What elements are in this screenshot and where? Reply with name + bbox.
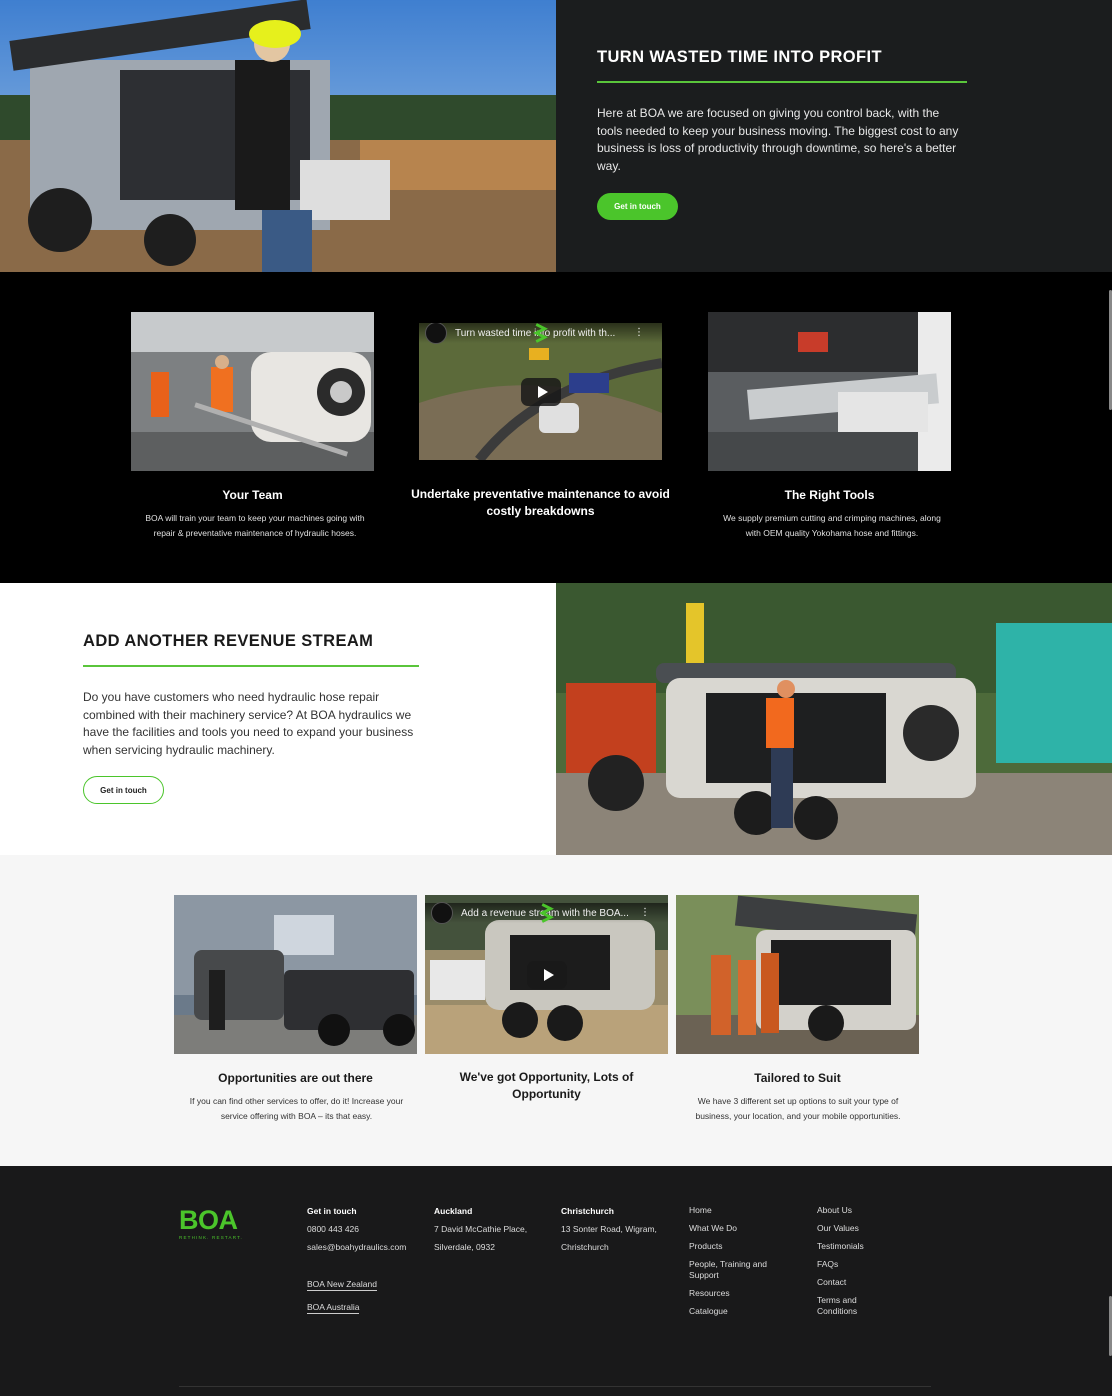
revenue-title: ADD ANOTHER REVENUE STREAM	[83, 632, 374, 650]
footer-link-people-training[interactable]: People, Training and Support	[689, 1259, 789, 1281]
auckland-address-line: Silverdale, 0932	[434, 1242, 495, 1252]
video-title-bar: Turn wasted time into profit with th...	[419, 323, 662, 344]
tailored-photo	[676, 895, 919, 1054]
hero-text: TURN WASTED TIME INTO PROFIT Here at BOA…	[597, 48, 967, 175]
card-title-tailored: Tailored to Suit	[754, 1071, 841, 1085]
card-desc-opportunities: If you can find other services to offer,…	[189, 1096, 404, 1121]
footer-link-faqs[interactable]: FAQs	[817, 1259, 897, 1270]
more-options-icon[interactable]: ⋮	[634, 327, 644, 338]
revenue-section: ADD ANOTHER REVENUE STREAM Do you have c…	[0, 583, 1112, 855]
footer-link-our-values[interactable]: Our Values	[817, 1223, 897, 1234]
channel-logo-icon	[425, 323, 548, 344]
footer-heading-contact: Get in touch	[307, 1206, 357, 1216]
right-tools-photo	[708, 312, 951, 471]
footer-link-what-we-do[interactable]: What We Do	[689, 1223, 789, 1234]
card-title-opportunity: We've got Opportunity, Lots of Opportuni…	[459, 1070, 634, 1101]
footer-link-testimonials[interactable]: Testimonials	[817, 1241, 897, 1252]
footer-email[interactable]: sales@boahydraulics.com	[307, 1238, 406, 1256]
christchurch-address-line: 13 Sonter Road, Wigram,	[561, 1224, 657, 1234]
card-title-preventative: Undertake preventative maintenance to av…	[411, 487, 670, 518]
revenue-photo-trailer	[556, 583, 1112, 855]
play-button[interactable]	[527, 961, 567, 989]
footer-christchurch: Christchurch 13 Sonter Road, Wigram, Chr…	[561, 1205, 657, 1256]
card-title-opportunities: Opportunities are out there	[218, 1071, 373, 1085]
video-player-1[interactable]: Turn wasted time into profit with th... …	[419, 323, 662, 460]
channel-logo-icon	[431, 902, 554, 924]
more-options-icon[interactable]: ⋮	[640, 907, 650, 918]
title-divider	[83, 665, 419, 667]
card-desc-right-tools: We supply premium cutting and crimping m…	[723, 513, 941, 538]
revenue-body: Do you have customers who need hydraulic…	[83, 690, 414, 757]
get-in-touch-outline-button[interactable]: Get in touch	[83, 776, 164, 804]
play-icon	[543, 969, 554, 981]
link-boa-new-zealand[interactable]: BOA New Zealand	[307, 1278, 377, 1291]
footer-link-resources[interactable]: Resources	[689, 1288, 789, 1299]
footer-link-contact[interactable]: Contact	[817, 1277, 897, 1288]
video-title-bar: Add a revenue stream with the BOA...	[425, 902, 668, 924]
boa-logo[interactable]: BOA RETHINK. RESTART.	[179, 1206, 249, 1240]
footer-phone[interactable]: 0800 443 426	[307, 1220, 406, 1238]
footer-link-products[interactable]: Products	[689, 1241, 789, 1252]
footer-heading-auckland: Auckland	[434, 1206, 473, 1216]
features-dark-section: Your Team BOA will train your team to ke…	[0, 272, 1112, 583]
footer-link-about-us[interactable]: About Us	[817, 1205, 897, 1216]
hero-photo-ute-forest	[0, 0, 556, 272]
get-in-touch-button[interactable]: Get in touch	[597, 193, 678, 220]
card-desc-your-team: BOA will train your team to keep your ma…	[145, 513, 365, 538]
card-desc-tailored: We have 3 different set up options to su…	[695, 1096, 901, 1121]
play-button[interactable]	[521, 378, 561, 406]
features-light-section: Opportunities are out there If you can f…	[0, 855, 1112, 1166]
footer-nav-2: About Us Our Values Testimonials FAQs Co…	[817, 1205, 897, 1317]
revenue-text: ADD ANOTHER REVENUE STREAM Do you have c…	[83, 632, 419, 759]
footer-contact: Get in touch 0800 443 426 sales@boahydra…	[307, 1205, 406, 1315]
auckland-address-line: 7 David McCathie Place,	[434, 1224, 528, 1234]
opportunities-photo	[174, 895, 417, 1054]
hero-section: TURN WASTED TIME INTO PROFIT Here at BOA…	[0, 0, 1112, 272]
your-team-photo	[131, 312, 374, 471]
play-icon	[537, 386, 548, 398]
video-player-2[interactable]: Add a revenue stream with the BOA... ⋮	[425, 895, 668, 1054]
footer-link-home[interactable]: Home	[689, 1205, 789, 1216]
card-title-your-team: Your Team	[222, 488, 283, 502]
hero-title: TURN WASTED TIME INTO PROFIT	[597, 48, 882, 66]
title-divider	[597, 81, 967, 83]
link-boa-australia[interactable]: BOA Australia	[307, 1301, 360, 1314]
card-title-right-tools: The Right Tools	[784, 488, 875, 502]
footer-nav-1: Home What We Do Products People, Trainin…	[689, 1205, 789, 1317]
logo-tagline: RETHINK. RESTART.	[179, 1235, 243, 1240]
site-footer: BOA RETHINK. RESTART. Get in touch 0800 …	[0, 1166, 1112, 1396]
footer-auckland: Auckland 7 David McCathie Place, Silverd…	[434, 1205, 527, 1256]
hero-body: Here at BOA we are focused on giving you…	[597, 106, 959, 173]
footer-link-catalogue[interactable]: Catalogue	[689, 1306, 789, 1317]
footer-divider	[179, 1386, 931, 1387]
footer-link-terms[interactable]: Terms and Conditions	[817, 1295, 867, 1317]
christchurch-address-line: Christchurch	[561, 1242, 609, 1252]
logo-wordmark: BOA	[179, 1205, 238, 1235]
footer-heading-christchurch: Christchurch	[561, 1206, 614, 1216]
